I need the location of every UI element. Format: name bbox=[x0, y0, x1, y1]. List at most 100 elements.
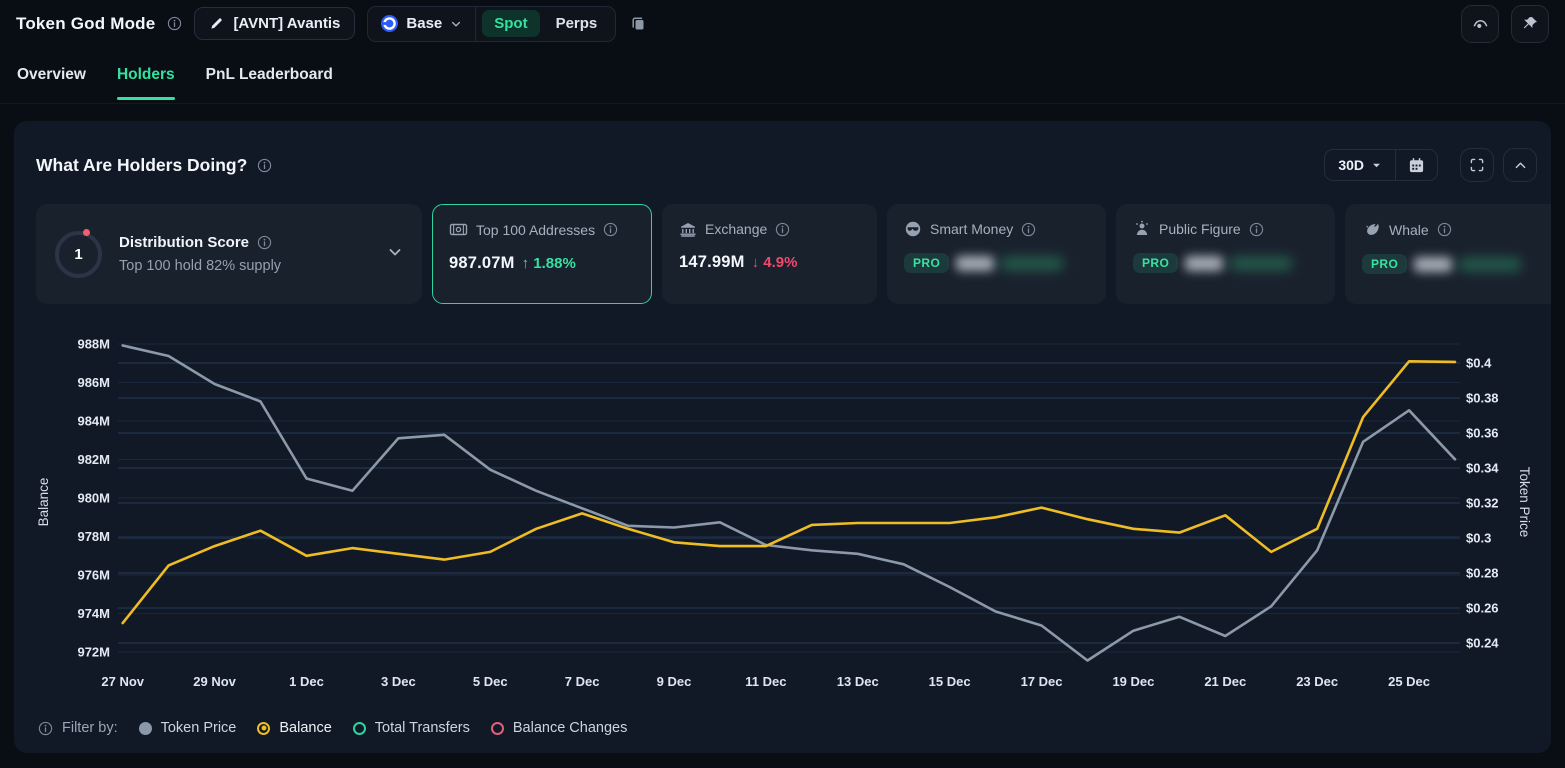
metric-title: Whale bbox=[1389, 222, 1429, 238]
svg-text:978M: 978M bbox=[77, 529, 110, 544]
svg-text:$0.4: $0.4 bbox=[1466, 356, 1492, 371]
chevron-down-icon[interactable] bbox=[387, 244, 403, 265]
calendar-icon bbox=[1408, 157, 1425, 174]
svg-text:21 Dec: 21 Dec bbox=[1204, 674, 1246, 689]
radio-icon bbox=[139, 722, 152, 735]
calendar-button[interactable] bbox=[1396, 150, 1437, 180]
info-icon bbox=[1021, 222, 1036, 237]
distribution-score-value: 1 bbox=[74, 246, 82, 263]
smart-money-icon bbox=[904, 220, 922, 238]
base-chain-icon bbox=[381, 15, 398, 32]
svg-text:27 Nov: 27 Nov bbox=[101, 674, 144, 689]
svg-text:9 Dec: 9 Dec bbox=[657, 674, 692, 689]
hidden-change-blur bbox=[1230, 257, 1292, 270]
filter-by-label: Filter by: bbox=[62, 720, 118, 736]
svg-text:$0.3: $0.3 bbox=[1466, 531, 1491, 546]
metric-title: Public Figure bbox=[1159, 221, 1241, 237]
hidden-value-blur bbox=[1185, 256, 1223, 271]
metric-card-distribution-score[interactable]: 1 Distribution Score Top 100 hold 82% su… bbox=[36, 204, 422, 304]
distribution-score-gauge: 1 bbox=[55, 231, 102, 278]
chain-selector[interactable]: Base bbox=[368, 7, 476, 41]
info-icon bbox=[38, 721, 53, 736]
pro-badge: PRO bbox=[1362, 254, 1407, 274]
chevron-up-icon bbox=[1513, 158, 1528, 173]
svg-text:Token Price: Token Price bbox=[1517, 467, 1532, 538]
svg-text:$0.38: $0.38 bbox=[1466, 391, 1499, 406]
bank-icon bbox=[679, 220, 697, 238]
fullscreen-icon bbox=[1469, 157, 1485, 173]
range-label: 30D bbox=[1338, 157, 1364, 173]
tab-holders[interactable]: Holders bbox=[117, 47, 175, 103]
hidden-change-blur bbox=[1001, 257, 1063, 270]
metric-change-down: ↓ 4.9% bbox=[752, 254, 798, 271]
svg-text:23 Dec: 23 Dec bbox=[1296, 674, 1338, 689]
tab-pnl-leaderboard[interactable]: PnL Leaderboard bbox=[206, 47, 333, 103]
token-selector-label: [AVNT] Avantis bbox=[233, 15, 340, 32]
svg-text:1 Dec: 1 Dec bbox=[289, 674, 324, 689]
svg-text:988M: 988M bbox=[77, 337, 110, 352]
public-figure-icon bbox=[1133, 220, 1151, 238]
filter-option-total-transfers[interactable]: Total Transfers bbox=[353, 720, 470, 736]
svg-text:986M: 986M bbox=[77, 375, 110, 390]
collapse-button[interactable] bbox=[1503, 148, 1537, 182]
metric-card-whale[interactable]: Whale PRO bbox=[1345, 204, 1551, 304]
svg-text:$0.34: $0.34 bbox=[1466, 461, 1499, 476]
svg-text:$0.32: $0.32 bbox=[1466, 496, 1499, 511]
svg-text:3 Dec: 3 Dec bbox=[381, 674, 416, 689]
svg-text:984M: 984M bbox=[77, 414, 110, 429]
token-selector[interactable]: [AVNT] Avantis bbox=[194, 7, 355, 40]
hidden-change-blur bbox=[1459, 258, 1521, 271]
chevron-down-icon bbox=[450, 18, 462, 30]
edit-pencil-icon bbox=[209, 16, 224, 31]
metric-card-smart-money[interactable]: Smart Money PRO bbox=[887, 204, 1106, 304]
filter-option-balance-changes[interactable]: Balance Changes bbox=[491, 720, 627, 736]
svg-text:$0.36: $0.36 bbox=[1466, 426, 1499, 441]
watch-button[interactable] bbox=[1461, 5, 1499, 43]
panel-header: What Are Holders Doing? 30D bbox=[14, 121, 1551, 182]
svg-text:15 Dec: 15 Dec bbox=[929, 674, 971, 689]
filter-row: Filter by: Token Price Balance Total Tra… bbox=[14, 703, 1551, 736]
svg-text:17 Dec: 17 Dec bbox=[1021, 674, 1063, 689]
filter-option-token-price[interactable]: Token Price bbox=[139, 720, 237, 736]
pin-button[interactable] bbox=[1511, 5, 1549, 43]
distribution-score-subtitle: Top 100 hold 82% supply bbox=[119, 258, 281, 274]
token-god-mode-page: Token God Mode [AVNT] Avantis Base Spot bbox=[0, 0, 1565, 768]
pro-badge: PRO bbox=[1133, 253, 1178, 273]
market-type-tabs: Spot Perps bbox=[476, 7, 615, 41]
svg-text:972M: 972M bbox=[77, 645, 110, 660]
info-icon bbox=[257, 235, 272, 250]
banknote-icon bbox=[449, 220, 468, 239]
svg-text:7 Dec: 7 Dec bbox=[565, 674, 600, 689]
svg-text:Balance: Balance bbox=[36, 478, 51, 527]
chevron-down-icon bbox=[1371, 160, 1382, 171]
info-icon bbox=[1249, 222, 1264, 237]
metric-card-row[interactable]: 1 Distribution Score Top 100 hold 82% su… bbox=[36, 204, 1551, 304]
watch-icon bbox=[1471, 14, 1490, 33]
metric-card-public-figure[interactable]: Public Figure PRO bbox=[1116, 204, 1335, 304]
tab-overview[interactable]: Overview bbox=[17, 47, 86, 103]
panel-controls: 30D bbox=[1324, 148, 1537, 182]
fullscreen-button[interactable] bbox=[1460, 148, 1494, 182]
gauge-marker-dot bbox=[83, 229, 90, 236]
filter-option-balance[interactable]: Balance bbox=[257, 720, 331, 736]
svg-text:$0.26: $0.26 bbox=[1466, 601, 1499, 616]
metric-title: Smart Money bbox=[930, 221, 1013, 237]
svg-text:980M: 980M bbox=[77, 491, 110, 506]
metric-title: Top 100 Addresses bbox=[476, 222, 595, 238]
panel-title: What Are Holders Doing? bbox=[36, 155, 247, 176]
svg-text:$0.28: $0.28 bbox=[1466, 566, 1499, 581]
tab-perps[interactable]: Perps bbox=[544, 10, 610, 37]
info-icon bbox=[1437, 222, 1452, 237]
metric-card-exchange[interactable]: Exchange 147.99M ↓ 4.9% bbox=[662, 204, 877, 304]
hidden-value-blur bbox=[956, 256, 994, 271]
copy-icon[interactable] bbox=[630, 15, 647, 32]
whale-icon bbox=[1362, 220, 1381, 239]
svg-text:5 Dec: 5 Dec bbox=[473, 674, 508, 689]
metric-card-top100[interactable]: Top 100 Addresses 987.07M ↑ 1.88% bbox=[432, 204, 652, 304]
svg-text:13 Dec: 13 Dec bbox=[837, 674, 879, 689]
top-bar: Token God Mode [AVNT] Avantis Base Spot bbox=[0, 0, 1565, 47]
tab-spot[interactable]: Spot bbox=[482, 10, 539, 37]
holders-balance-price-chart[interactable]: 988M986M984M982M980M978M976M974M972M$0.4… bbox=[14, 330, 1551, 698]
info-icon bbox=[257, 158, 272, 173]
range-dropdown[interactable]: 30D bbox=[1325, 150, 1395, 180]
